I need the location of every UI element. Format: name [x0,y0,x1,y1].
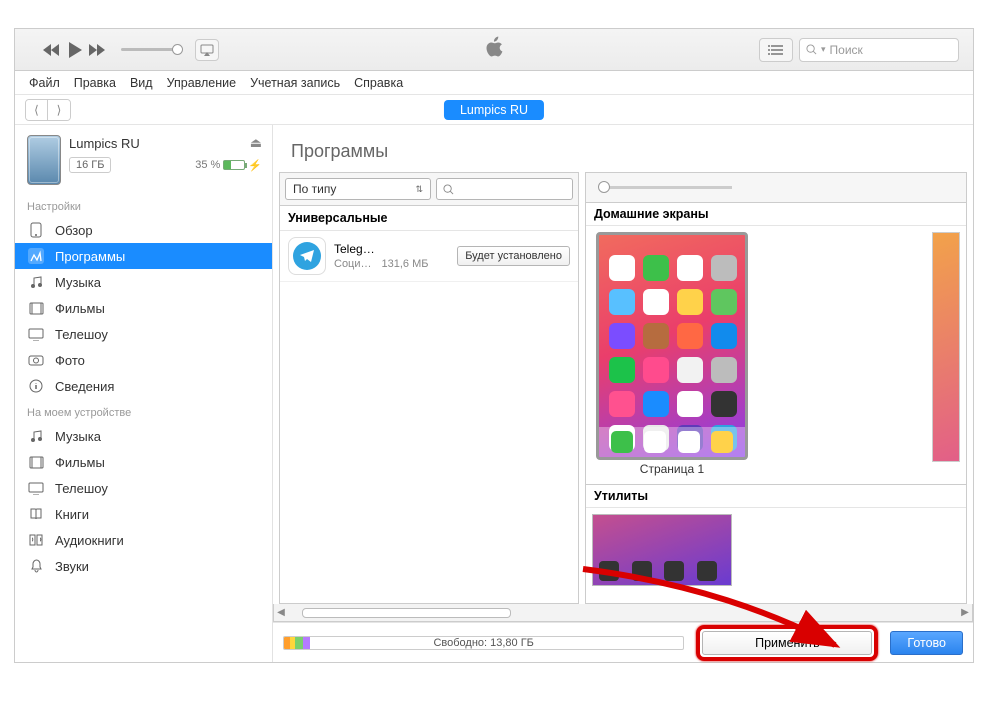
sidebar-od-audiobooks[interactable]: Аудиокниги [15,527,272,553]
sidebar-settings-label: Настройки [15,193,272,217]
music-icon [27,428,45,444]
zoom-slider[interactable] [602,186,732,189]
home-screen-label: Страница 1 [640,462,704,476]
utilities-folder[interactable] [592,514,732,586]
device-block: Lumpics RU ⏏ 16 ГБ 35 % ⚡ [15,131,272,193]
apply-button[interactable]: Применить [702,631,872,655]
device-thumbnail [27,135,61,185]
home-screen-preview [596,232,748,460]
airplay-button[interactable] [195,39,219,61]
tv-icon [27,326,45,342]
itunes-window: ▾ Поиск Файл Правка Вид Управление Учетн… [14,28,974,663]
music-icon [27,274,45,290]
home-screen-2-partial[interactable] [932,232,960,462]
battery-icon [223,160,245,170]
home-screens-header: Домашние экраны [586,203,966,226]
search-input[interactable]: ▾ Поиск [799,38,959,62]
apps-toolbar: По типу ⇅ [280,173,578,206]
app-size: 131,6 МБ [382,258,429,270]
apps-section-header: Универсальные [280,206,578,231]
storage-chip: 16 ГБ [69,157,111,173]
page-title: Программы [273,125,973,172]
apps-empty-area [280,282,578,603]
right-column: Домашние экраны [585,172,967,604]
free-space-label: Свободно: 13,80 ГБ [433,636,533,650]
camera-icon [27,352,45,368]
menu-file[interactable]: Файл [29,76,60,90]
sidebar-od-music[interactable]: Музыка [15,423,272,449]
apple-logo-icon [483,35,505,64]
battery-indicator: 35 % ⚡ [195,159,262,172]
sidebar-od-tvshows[interactable]: Телешоу [15,475,272,501]
device-icon [27,222,45,238]
menu-view[interactable]: Вид [130,76,153,90]
apps-column: По типу ⇅ Универсальные Teleg… [279,172,579,604]
bottom-bar: Свободно: 13,80 ГБ Применить Готово [273,622,973,662]
bell-icon [27,558,45,574]
book-icon [27,506,45,522]
eject-button[interactable]: ⏏ [250,135,262,151]
nav-back-button[interactable]: ⟨ [26,100,48,120]
menu-controls[interactable]: Управление [167,76,237,90]
device-badge[interactable]: Lumpics RU [444,100,544,120]
menu-edit[interactable]: Правка [74,76,116,90]
play-button[interactable] [67,41,83,59]
sidebar-ondevice-label: На моем устройстве [15,399,272,423]
device-name: Lumpics RU [69,136,140,151]
menu-account[interactable]: Учетная запись [250,76,340,90]
horizontal-scrollbar[interactable]: ◀ ▶ [273,604,973,622]
nav-forward-button[interactable]: ⟩ [48,100,70,120]
home-screen-1[interactable]: Страница 1 [592,232,752,476]
sidebar-od-books[interactable]: Книги [15,501,272,527]
audiobook-icon [27,532,45,548]
prev-track-button[interactable] [43,43,61,57]
sidebar-od-tones[interactable]: Звуки [15,553,272,579]
movies-icon [27,300,45,316]
app-category: Соци… [334,258,372,270]
apps-search-input[interactable] [436,178,573,200]
sidebar-item-info[interactable]: Сведения [15,373,272,399]
search-icon [443,184,454,195]
sidebar: Lumpics RU ⏏ 16 ГБ 35 % ⚡ Настройки Обзо… [15,125,273,662]
main-panel: Программы По типу ⇅ Универсальные [273,125,973,662]
chevron-updown-icon: ⇅ [415,184,423,195]
apps-icon [27,248,45,264]
zoom-slider-bar [585,172,967,202]
telegram-icon [288,237,326,275]
sidebar-item-tvshows[interactable]: Телешоу [15,321,272,347]
sidebar-item-movies[interactable]: Фильмы [15,295,272,321]
menubar: Файл Правка Вид Управление Учетная запис… [15,71,973,95]
app-install-button[interactable]: Будет установлено [457,246,570,266]
next-track-button[interactable] [89,43,107,57]
menu-help[interactable]: Справка [354,76,403,90]
search-placeholder: Поиск [830,43,863,57]
sidebar-od-movies[interactable]: Фильмы [15,449,272,475]
titlebar: ▾ Поиск [15,29,973,71]
search-icon [806,44,817,55]
movies-icon [27,454,45,470]
info-icon [27,378,45,394]
tv-icon [27,480,45,496]
list-view-button[interactable] [759,38,793,62]
sidebar-item-overview[interactable]: Обзор [15,217,272,243]
sidebar-item-photos[interactable]: Фото [15,347,272,373]
app-row-telegram[interactable]: Teleg… Соци… 131,6 МБ Будет установлено [280,231,578,282]
sidebar-item-apps[interactable]: Программы [15,243,272,269]
sidebar-item-music[interactable]: Музыка [15,269,272,295]
utilities-header: Утилиты [586,485,966,508]
subheader: ⟨ ⟩ Lumpics RU [15,95,973,125]
done-button[interactable]: Готово [890,631,963,655]
annotation-highlight: Применить [696,625,878,661]
volume-slider[interactable] [121,48,181,51]
sort-select[interactable]: По типу ⇅ [285,178,431,200]
app-name: Teleg… [334,242,449,256]
storage-usage-bar: Свободно: 13,80 ГБ [283,636,684,650]
